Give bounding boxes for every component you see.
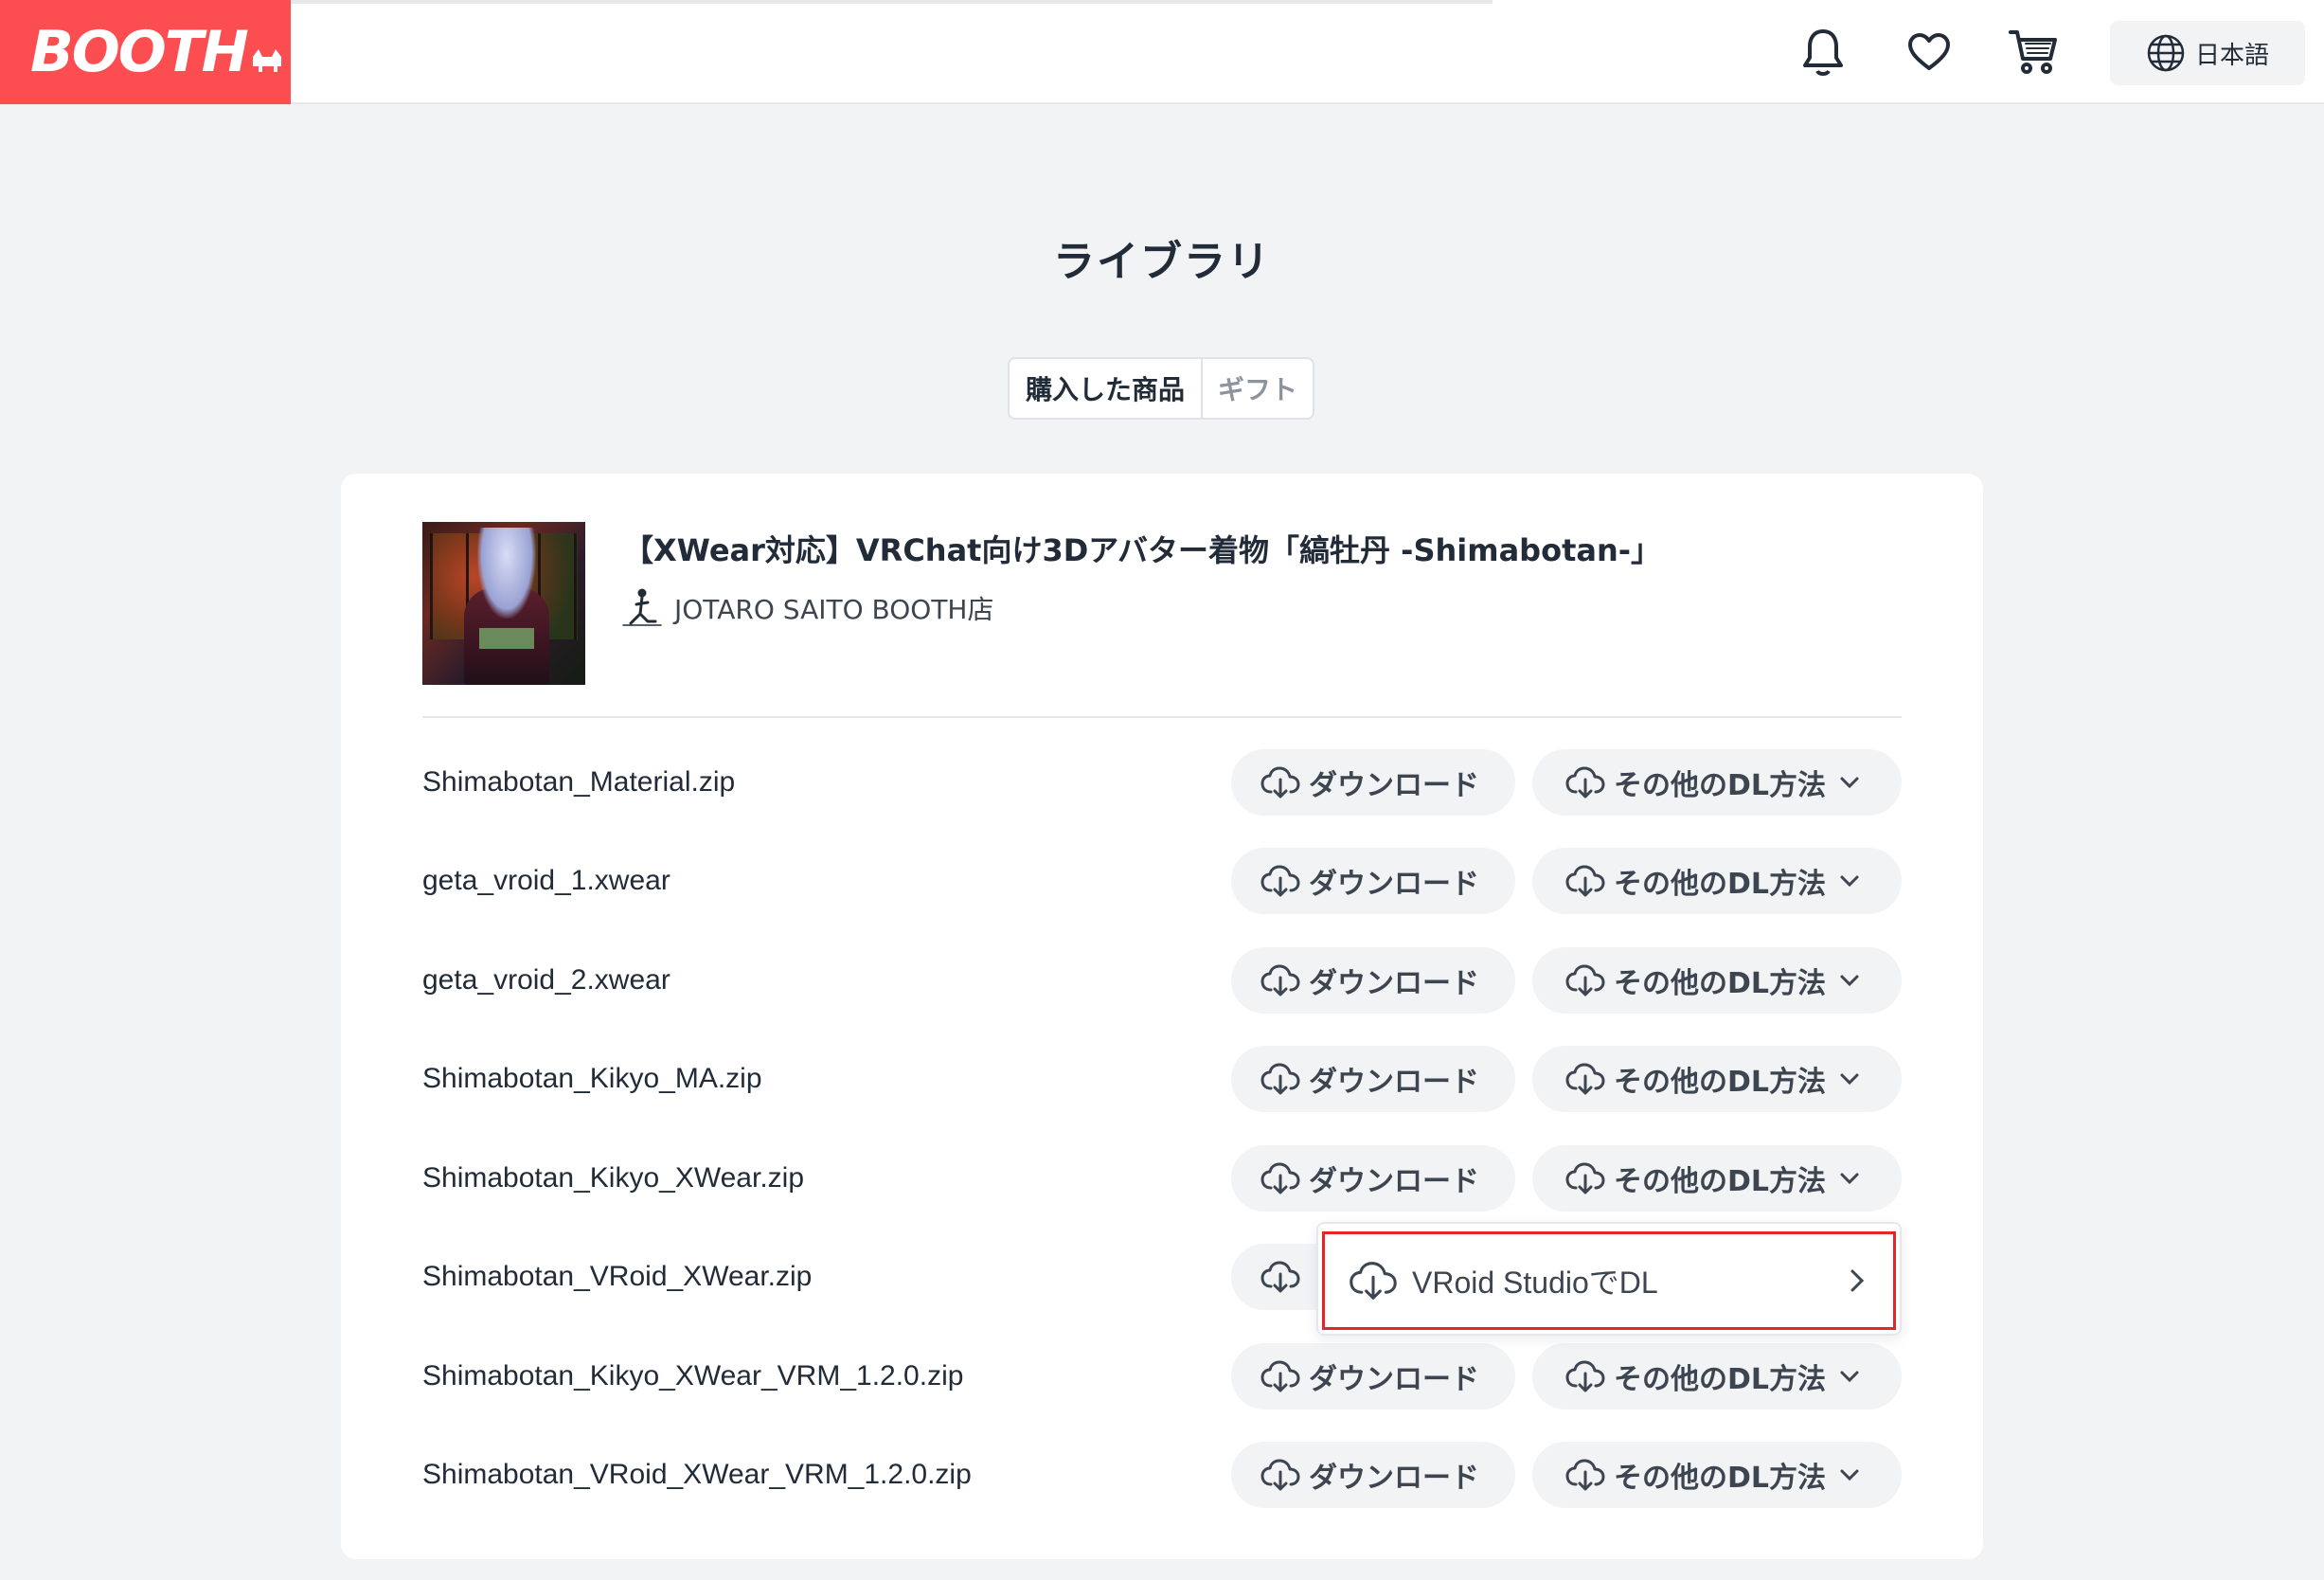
cloud-download-icon — [1565, 1360, 1605, 1392]
download-label: ダウンロード — [1309, 1363, 1479, 1396]
download-button[interactable]: ダウンロード — [1231, 848, 1515, 914]
shop-link[interactable]: JOTARO SAITO BOOTH店 — [619, 585, 993, 631]
cloud-download-icon — [1565, 1162, 1605, 1194]
download-label: ダウンロード — [1309, 868, 1479, 901]
cloud-download-icon — [1260, 1063, 1300, 1095]
file-name: geta_vroid_2.xwear — [422, 964, 670, 996]
download-button[interactable]: ダウンロード — [1231, 1442, 1515, 1508]
file-name: Shimabotan_VRoid_XWear.zip — [422, 1261, 813, 1292]
cloud-download-icon — [1260, 1162, 1300, 1194]
product-thumbnail[interactable] — [422, 522, 585, 685]
other-dl-label: その他のDL方法 — [1614, 1066, 1827, 1099]
download-label: ダウンロード — [1309, 967, 1479, 1000]
download-button[interactable]: ダウンロード — [1231, 749, 1515, 816]
download-label: ダウンロード — [1309, 1165, 1479, 1198]
tab-purchased[interactable]: 購入した商品 — [1010, 359, 1203, 418]
other-dl-button[interactable]: その他のDL方法 — [1532, 1046, 1902, 1112]
cloud-download-icon — [1565, 865, 1605, 897]
other-dl-button[interactable]: その他のDL方法 — [1532, 1145, 1902, 1212]
download-label: ダウンロード — [1309, 1066, 1479, 1099]
library-tabs: 購入した商品 ギフト — [1008, 357, 1314, 420]
other-dl-button[interactable]: その他のDL方法 — [1532, 947, 1902, 1014]
file-name: geta_vroid_1.xwear — [422, 865, 670, 896]
tab-gift[interactable]: ギフト — [1203, 359, 1313, 418]
file-row: Shimabotan_Material.zip ダウンロード その他のDL方法 — [422, 749, 1902, 816]
page-title: ライブラリ — [1053, 238, 1271, 286]
file-row: geta_vroid_1.xwear ダウンロード その他のDL方法 — [422, 848, 1902, 914]
cloud-download-icon — [1260, 865, 1300, 897]
file-row: Shimabotan_Kikyo_XWear.zip ダウンロード その他のDL… — [422, 1145, 1902, 1212]
heart-icon[interactable] — [1896, 21, 1962, 83]
file-name: Shimabotan_Kikyo_XWear.zip — [422, 1162, 805, 1194]
cloud-download-icon — [1260, 1360, 1300, 1392]
file-name: Shimabotan_Kikyo_MA.zip — [422, 1063, 762, 1094]
header-progress-line — [290, 0, 1493, 4]
chevron-down-icon — [1840, 1469, 1859, 1481]
shop-logo-icon — [622, 588, 662, 626]
file-row: Shimabotan_VRoid_XWear_VRM_1.2.0.zip ダウン… — [422, 1442, 1902, 1508]
cloud-download-icon — [1260, 964, 1300, 996]
chevron-down-icon — [1840, 1173, 1859, 1185]
chevron-right-icon — [1850, 1269, 1865, 1292]
bell-icon[interactable] — [1790, 21, 1856, 83]
other-dl-label: その他のDL方法 — [1614, 1363, 1827, 1396]
cloud-download-icon — [1565, 964, 1605, 996]
chevron-down-icon — [1840, 875, 1859, 888]
other-dl-button[interactable]: その他のDL方法 — [1532, 848, 1902, 914]
cloud-download-icon — [1350, 1262, 1397, 1300]
file-row: Shimabotan_Kikyo_MA.zip ダウンロード その他のDL方法 — [422, 1046, 1902, 1112]
file-name: Shimabotan_Material.zip — [422, 766, 736, 798]
other-dl-button[interactable]: その他のDL方法 — [1532, 749, 1902, 816]
product-card: 【XWear対応】VRChat向け3Dアバター着物「縞牡丹 -Shimabota… — [341, 474, 1983, 1559]
shop-name: JOTARO SAITO BOOTH店 — [674, 594, 994, 625]
file-name: Shimabotan_VRoid_XWear_VRM_1.2.0.zip — [422, 1459, 972, 1490]
file-row: geta_vroid_2.xwear ダウンロード その他のDL方法 — [422, 947, 1902, 1014]
download-button[interactable]: ダウンロード — [1231, 947, 1515, 1014]
other-dl-label: その他のDL方法 — [1614, 1462, 1827, 1495]
download-button[interactable]: ダウンロード — [1231, 1145, 1515, 1212]
language-selector[interactable]: 日本語 — [2110, 21, 2305, 85]
chevron-down-icon — [1840, 975, 1859, 987]
chevron-down-icon — [1840, 777, 1859, 789]
card-divider — [422, 716, 1902, 718]
cloud-download-icon — [1260, 1459, 1300, 1491]
vroid-studio-dl-label: VRoid StudioでDL — [1412, 1266, 1658, 1300]
cart-icon[interactable] — [2000, 21, 2066, 83]
cloud-download-icon — [1565, 1063, 1605, 1095]
other-dl-label: その他のDL方法 — [1614, 769, 1827, 802]
cloud-download-icon — [1260, 766, 1300, 799]
download-button[interactable]: ダウンロード — [1231, 1046, 1515, 1112]
other-dl-button[interactable]: その他のDL方法 — [1532, 1343, 1902, 1409]
language-label: 日本語 — [2194, 41, 2269, 70]
file-row: Shimabotan_Kikyo_XWear_VRM_1.2.0.zip ダウン… — [422, 1343, 1902, 1409]
vroid-studio-dl-option[interactable]: VRoid StudioでDL — [1322, 1231, 1896, 1330]
booth-logo[interactable]: BOOTH — [0, 0, 291, 104]
file-name: Shimabotan_Kikyo_XWear_VRM_1.2.0.zip — [422, 1360, 964, 1391]
logo-mark-icon — [252, 49, 281, 72]
download-label: ダウンロード — [1309, 1462, 1479, 1495]
chevron-down-icon — [1840, 1371, 1859, 1383]
download-label: ダウンロード — [1309, 769, 1479, 802]
other-dl-label: その他のDL方法 — [1614, 1165, 1827, 1198]
other-dl-button[interactable]: その他のDL方法 — [1532, 1442, 1902, 1508]
product-title[interactable]: 【XWear対応】VRChat向け3Dアバター着物「縞牡丹 -Shimabota… — [623, 527, 1661, 570]
top-header: BOOTH 日本語 — [0, 0, 2324, 104]
cloud-download-icon — [1260, 1261, 1300, 1293]
cloud-download-icon — [1565, 766, 1605, 799]
chevron-down-icon — [1840, 1073, 1859, 1086]
other-dl-dropdown: VRoid StudioでDL — [1316, 1222, 1902, 1336]
logo-text: BOOTH — [30, 19, 249, 85]
download-button[interactable]: ダウンロード — [1231, 1343, 1515, 1409]
globe-icon — [2147, 34, 2185, 72]
other-dl-label: その他のDL方法 — [1614, 868, 1827, 901]
cloud-download-icon — [1565, 1459, 1605, 1491]
other-dl-label: その他のDL方法 — [1614, 967, 1827, 1000]
